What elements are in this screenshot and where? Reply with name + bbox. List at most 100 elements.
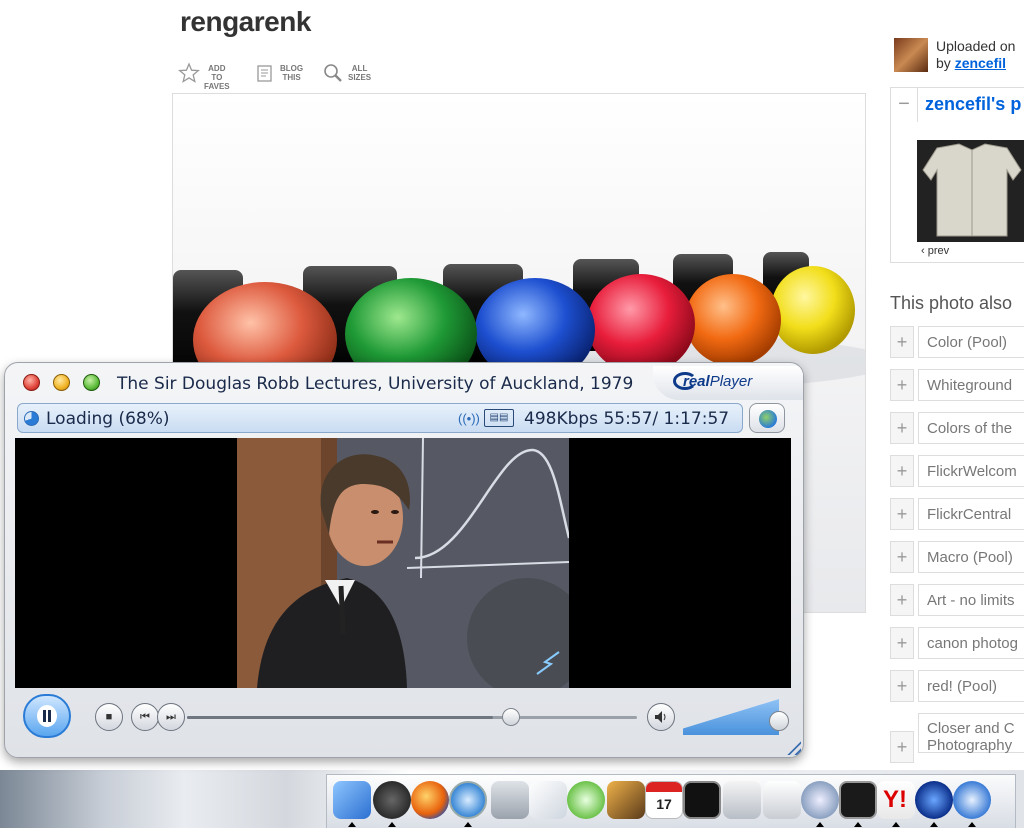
star-icon [178, 62, 200, 83]
calendar-date: 17 [656, 796, 672, 812]
prev-photo-thumbnail[interactable] [917, 140, 1024, 242]
expand-plus-icon[interactable]: + [890, 455, 914, 487]
yahoo-widget-icon[interactable]: Y! [877, 781, 915, 819]
logo-real: real [683, 373, 710, 390]
window-titlebar[interactable]: The Sir Douglas Robb Lectures, Universit… [5, 363, 803, 401]
pool-label[interactable]: Colors of the [927, 420, 1012, 437]
pool-label[interactable]: Art - no limits [927, 592, 1015, 609]
minimize-button[interactable] [53, 374, 70, 391]
playback-controls: ■ ⏮ ⏭ [15, 689, 791, 745]
calculator-icon[interactable] [491, 781, 529, 819]
video-display[interactable] [15, 438, 791, 688]
stop-button[interactable]: ■ [95, 703, 123, 731]
running-indicator [892, 822, 900, 827]
pool-box: FlickrWelcom [918, 455, 1024, 487]
mail-icon[interactable] [763, 781, 801, 819]
volume-thumb[interactable] [769, 711, 789, 731]
blog-this-label: BLOG THIS [280, 64, 304, 82]
expand-plus-icon[interactable]: + [890, 326, 914, 358]
volume-button[interactable] [647, 703, 675, 731]
pool-item[interactable]: + FlickrWelcom [890, 455, 1024, 489]
seek-bar[interactable] [187, 708, 637, 726]
uploaded-on-text: Uploaded on [936, 38, 1016, 54]
collapse-toggle[interactable]: − [891, 88, 918, 122]
running-indicator [854, 822, 862, 827]
pool-label[interactable]: FlickrWelcom [927, 463, 1017, 480]
textedit-icon[interactable] [529, 781, 567, 819]
pool-box: FlickrCentral [918, 498, 1024, 530]
yahoo-letter: Y! [883, 786, 907, 813]
realplayer-window: The Sir Douglas Robb Lectures, Universit… [4, 362, 804, 758]
pause-icon [37, 705, 57, 727]
pool-item[interactable]: + Color (Pool) [890, 326, 1024, 360]
pool-label[interactable]: Closer and C Photography [927, 720, 1015, 754]
add-to-faves-label: ADD TO FAVES [204, 64, 230, 91]
volume-slider[interactable] [683, 699, 789, 735]
expand-plus-icon[interactable]: + [890, 541, 914, 573]
close-button[interactable] [23, 374, 40, 391]
expand-plus-icon[interactable]: + [890, 731, 914, 763]
pool-item[interactable]: + Colors of the [890, 412, 1024, 446]
safari-icon[interactable] [449, 781, 487, 819]
pool-label[interactable]: Whiteground [927, 377, 1012, 394]
uploader-link[interactable]: zencefil [955, 55, 1006, 71]
finder-icon[interactable] [333, 781, 371, 819]
pool-item[interactable]: + Closer and C Photography [890, 713, 1024, 763]
running-indicator [464, 822, 472, 827]
logo-player: Player [709, 373, 753, 390]
pool-item[interactable]: + Whiteground [890, 369, 1024, 403]
running-indicator [388, 822, 396, 827]
itunes-icon[interactable] [567, 781, 605, 819]
pool-box: Color (Pool) [918, 326, 1024, 358]
previous-button[interactable]: ⏮ [131, 703, 159, 731]
browse-button[interactable] [749, 403, 785, 433]
firefox-icon[interactable] [411, 781, 449, 819]
pool-box: Closer and C Photography [918, 713, 1024, 754]
dashboard-icon[interactable] [373, 781, 411, 819]
all-sizes-label: ALL SIZES [348, 64, 372, 82]
speaker-icon [655, 711, 666, 723]
system-preferences-icon[interactable] [723, 781, 761, 819]
expand-plus-icon[interactable]: + [890, 627, 914, 659]
prev-link[interactable]: ‹ prev [921, 245, 949, 257]
expand-plus-icon[interactable]: + [890, 412, 914, 444]
terminal-icon[interactable] [683, 781, 721, 819]
realplayer-dock-icon[interactable] [953, 781, 991, 819]
lecturer-video-image [237, 438, 569, 688]
itunes-helper-icon[interactable] [801, 781, 839, 819]
pool-item[interactable]: + FlickrCentral [890, 498, 1024, 532]
pool-label[interactable]: FlickrCentral [927, 506, 1011, 523]
expand-plus-icon[interactable]: + [890, 670, 914, 702]
pool-label[interactable]: canon photog [927, 635, 1018, 652]
window-title: The Sir Douglas Robb Lectures, Universit… [117, 374, 634, 394]
zoom-button[interactable] [83, 374, 100, 391]
bird-app-icon[interactable] [915, 781, 953, 819]
seek-thumb[interactable] [502, 708, 520, 726]
pool-item[interactable]: + Art - no limits [890, 584, 1024, 618]
next-button[interactable]: ⏭ [157, 703, 185, 731]
photostream-title[interactable]: zencefil's p [925, 94, 1021, 115]
pool-label[interactable]: Macro (Pool) [927, 549, 1013, 566]
magnifier-icon [324, 64, 342, 82]
pool-box: Macro (Pool) [918, 541, 1024, 573]
photostream-box: − zencefil's p ‹ prev [890, 87, 1024, 263]
pause-button[interactable] [23, 694, 83, 738]
volume-level [683, 699, 779, 735]
globe-icon [759, 410, 777, 428]
logo-text: realPlayer [683, 373, 752, 390]
video-frame [237, 438, 569, 688]
pool-label[interactable]: red! (Pool) [927, 678, 997, 695]
stream-quality-icon[interactable]: ▤▤ [484, 409, 514, 427]
ical-icon[interactable]: 17 [645, 781, 683, 819]
pool-label[interactable]: Color (Pool) [927, 334, 1007, 351]
expand-plus-icon[interactable]: + [890, 584, 914, 616]
pool-item[interactable]: + canon photog [890, 627, 1024, 661]
pool-item[interactable]: + Macro (Pool) [890, 541, 1024, 575]
iphoto-icon[interactable] [607, 781, 645, 819]
expand-plus-icon[interactable]: + [890, 498, 914, 530]
activity-monitor-icon[interactable] [839, 781, 877, 819]
uploader-avatar[interactable] [894, 38, 928, 72]
pool-box: Whiteground [918, 369, 1024, 401]
expand-plus-icon[interactable]: + [890, 369, 914, 401]
pool-item[interactable]: + red! (Pool) [890, 670, 1024, 704]
